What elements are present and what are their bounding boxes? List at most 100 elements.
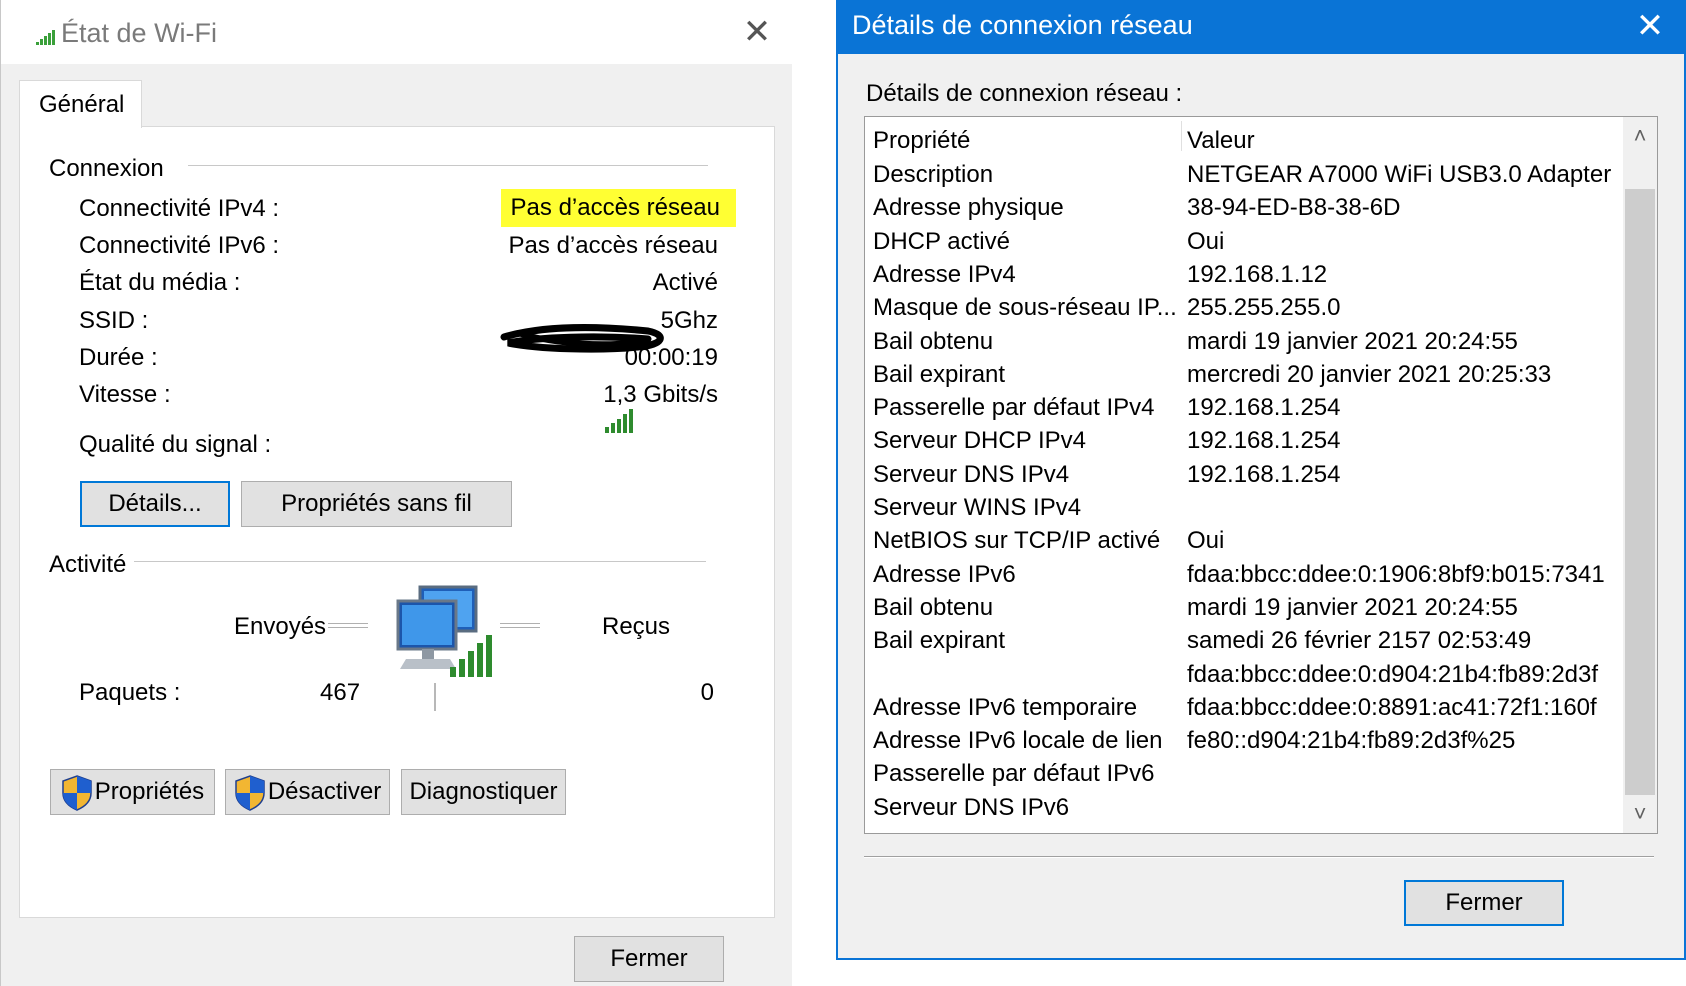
network-computers-icon [396, 585, 492, 677]
table-row[interactable]: Adresse IPv4 192.168.1.12 [865, 261, 1621, 294]
uac-shield-icon [62, 774, 92, 811]
speed-value: 1,3 Gbits/s [603, 381, 718, 408]
value-cell: fe80::d904:21b4:fb89:2d3f%25 [1187, 727, 1516, 755]
ipv4-connectivity-value: Pas d’accès réseau [500, 189, 736, 227]
ipv4-label: Connectivité IPv4 : [79, 195, 280, 222]
scroll-down-icon[interactable]: ˅ [1623, 795, 1657, 833]
value-cell: 192.168.1.254 [1187, 460, 1341, 488]
signal-quality-label: Qualité du signal : [79, 431, 272, 458]
packets-sent-value: 467 [320, 679, 361, 706]
table-row[interactable]: Adresse IPv6 locale de lien fe80::d904:21… [865, 727, 1621, 760]
details-list-label: Détails de connexion réseau : [866, 80, 1183, 107]
table-row[interactable]: DHCP activé Oui [865, 228, 1621, 261]
details-title-bar: Détails de connexion réseau ✕ [836, 0, 1686, 54]
property-cell: Serveur DHCP IPv4 [873, 427, 1086, 455]
media-state-label: État du média : [79, 269, 241, 296]
properties-button[interactable]: Propriétés [50, 769, 215, 815]
value-cell: fdaa:bbcc:ddee:0:1906:8bf9:b015:7341 [1187, 560, 1605, 588]
value-cell: mardi 19 janvier 2021 20:24:55 [1187, 593, 1518, 621]
wifi-signal-icon [36, 30, 55, 45]
table-row[interactable]: Adresse physique 38-94-ED-B8-38-6D [865, 194, 1621, 227]
sent-label: Envoyés [234, 613, 327, 640]
disable-label: Désactiver [267, 778, 382, 805]
close-button[interactable]: Fermer [1404, 880, 1564, 926]
group-divider [188, 165, 708, 166]
diagnose-button[interactable]: Diagnostiquer [401, 769, 566, 815]
column-divider[interactable] [1181, 121, 1182, 151]
vertical-scrollbar[interactable]: ˄ ˅ [1623, 117, 1657, 833]
table-row[interactable]: Bail expirant samedi 26 février 2157 02:5… [865, 627, 1621, 660]
scroll-up-icon[interactable]: ˄ [1623, 117, 1657, 155]
wifi-status-window: État de Wi-Fi ✕ Général Connexion Connec… [0, 0, 793, 986]
close-icon[interactable]: ✕ [1628, 6, 1672, 46]
ssid-label: SSID : [79, 307, 149, 334]
property-cell: Bail obtenu [873, 593, 994, 621]
wireless-properties-button[interactable]: Propriétés sans fil [241, 481, 512, 527]
table-row[interactable]: fdaa:bbcc:ddee:0:d904:21b4:fb89:2d3f [865, 661, 1621, 694]
duration-label: Durée : [79, 344, 158, 371]
table-row[interactable]: Adresse IPv6 fdaa:bbcc:ddee:0:1906:8bf9:b… [865, 561, 1621, 594]
table-row[interactable]: Passerelle par défaut IPv6 [865, 760, 1621, 793]
property-cell: DHCP activé [873, 227, 1010, 255]
packets-label: Paquets : [79, 679, 181, 706]
details-button[interactable]: Détails... [80, 481, 230, 527]
property-cell: Bail expirant [873, 627, 1006, 655]
property-cell: NetBIOS sur TCP/IP activé [873, 527, 1161, 555]
value-cell: NETGEAR A7000 WiFi USB3.0 Adapter [1187, 161, 1612, 188]
property-cell: Bail obtenu [873, 327, 994, 355]
table-row[interactable]: Masque de sous-réseau IP... 255.255.255.0 [865, 294, 1621, 327]
packets-received-value: 0 [700, 679, 714, 706]
value-cell: 255.255.255.0 [1187, 294, 1341, 322]
group-divider [134, 561, 706, 562]
close-button[interactable]: Fermer [574, 936, 724, 982]
value-cell: samedi 26 février 2157 02:53:49 [1187, 627, 1532, 655]
table-row[interactable]: Serveur DNS IPv6 [865, 794, 1621, 827]
wifi-title-bar: État de Wi-Fi ✕ [1, 0, 793, 64]
value-cell: 38-94-ED-B8-38-6D [1187, 194, 1401, 222]
received-line [500, 623, 540, 628]
value-cell: fdaa:bbcc:ddee:0:8891:ac41:72f1:160f [1187, 693, 1597, 721]
uac-shield-icon [235, 774, 265, 811]
table-row[interactable]: Adresse IPv6 temporaire fdaa:bbcc:ddee:0:… [865, 694, 1621, 727]
scroll-thumb[interactable] [1625, 189, 1655, 795]
table-row[interactable]: Bail expirant mercredi 20 janvier 2021 20… [865, 361, 1621, 394]
property-cell: Masque de sous-réseau IP... [873, 294, 1177, 322]
disable-button[interactable]: Désactiver [225, 769, 390, 815]
column-header-value[interactable]: Valeur [1187, 127, 1255, 155]
property-cell: Adresse physique [873, 194, 1064, 222]
speed-label: Vitesse : [79, 381, 171, 408]
property-cell: Passerelle par défaut IPv4 [873, 394, 1155, 422]
activity-group-title: Activité [49, 551, 127, 578]
value-cell: 192.168.1.254 [1187, 394, 1341, 422]
media-state-value: Activé [652, 269, 718, 296]
table-row[interactable]: Passerelle par défaut IPv4 192.168.1.254 [865, 394, 1621, 427]
property-cell: Serveur DNS IPv6 [873, 793, 1070, 821]
property-cell: Serveur WINS IPv4 [873, 494, 1082, 521]
value-cell: Oui [1187, 527, 1225, 555]
table-row[interactable]: Serveur DHCP IPv4 192.168.1.254 [865, 427, 1621, 460]
separator [864, 856, 1654, 858]
property-cell: Bail expirant [873, 360, 1006, 388]
table-row[interactable]: Bail obtenu mardi 19 janvier 2021 20:24:5… [865, 594, 1621, 627]
details-list[interactable]: Propriété Valeur Description NETGEAR A700… [864, 116, 1658, 834]
list-header: Propriété Valeur [865, 127, 1621, 160]
window-title: Détails de connexion réseau [852, 10, 1193, 40]
ipv6-connectivity-value: Pas d’accès réseau [508, 232, 718, 259]
column-header-property[interactable]: Propriété [873, 127, 970, 155]
signal-quality-icon [605, 409, 633, 433]
table-row[interactable]: Serveur DNS IPv4 192.168.1.254 [865, 461, 1621, 494]
property-cell: Description [873, 161, 994, 188]
general-tab-panel: Connexion Connectivité IPv4 : Connectivi… [19, 126, 775, 918]
value-cell: mardi 19 janvier 2021 20:24:55 [1187, 327, 1518, 355]
close-icon[interactable]: ✕ [737, 14, 777, 50]
window-title: État de Wi-Fi [61, 18, 218, 48]
table-row[interactable]: NetBIOS sur TCP/IP activé Oui [865, 527, 1621, 560]
property-cell: Adresse IPv6 locale de lien [873, 727, 1163, 755]
table-row[interactable]: Bail obtenu mardi 19 janvier 2021 20:24:5… [865, 328, 1621, 361]
tab-general[interactable]: Général [19, 80, 142, 128]
property-cell: Passerelle par défaut IPv6 [873, 760, 1155, 788]
table-row[interactable]: Serveur WINS IPv4 [865, 494, 1621, 527]
table-row[interactable]: Description NETGEAR A7000 WiFi USB3.0 Ada… [865, 161, 1621, 194]
activity-divider [434, 683, 436, 711]
value-cell: mercredi 20 janvier 2021 20:25:33 [1187, 360, 1552, 388]
